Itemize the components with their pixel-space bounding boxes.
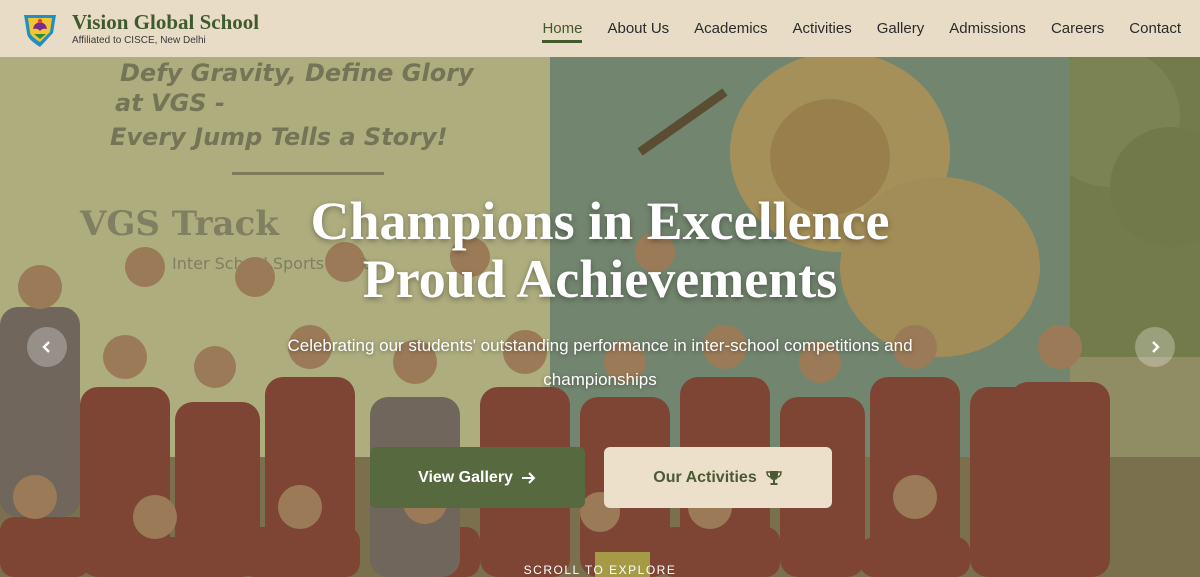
scroll-hint[interactable]: SCROLL TO EXPLORE bbox=[0, 563, 1200, 577]
hero-title-line2: Proud Achievements bbox=[362, 249, 838, 309]
brand[interactable]: Vision Global School Affiliated to CISCE… bbox=[20, 9, 259, 49]
our-activities-button[interactable]: Our Activities bbox=[604, 447, 832, 508]
nav-about-us[interactable]: About Us bbox=[607, 0, 669, 57]
chevron-left-icon bbox=[42, 341, 50, 353]
main-nav: Home About Us Academics Activities Galle… bbox=[517, 0, 1181, 57]
nav-admissions[interactable]: Admissions bbox=[949, 0, 1026, 57]
hero-title-line1: Champions in Excellence bbox=[310, 191, 890, 251]
nav-academics[interactable]: Academics bbox=[694, 0, 767, 57]
trophy-icon bbox=[765, 470, 783, 486]
hero-subtitle: Celebrating our students' outstanding pe… bbox=[287, 336, 913, 389]
hero-slider: Defy Gravity, Define Glory at VGS - Ever… bbox=[0, 57, 1200, 577]
nav-careers[interactable]: Careers bbox=[1051, 0, 1104, 57]
slider-next-button[interactable] bbox=[1135, 327, 1175, 367]
view-gallery-button[interactable]: View Gallery bbox=[370, 447, 585, 508]
site-header: Vision Global School Affiliated to CISCE… bbox=[0, 0, 1200, 57]
nav-gallery[interactable]: Gallery bbox=[877, 0, 925, 57]
nav-home[interactable]: Home bbox=[542, 0, 583, 57]
arrow-right-icon bbox=[521, 471, 537, 485]
view-gallery-label: View Gallery bbox=[418, 468, 513, 486]
chevron-right-icon bbox=[1152, 341, 1160, 353]
school-name: Vision Global School bbox=[72, 9, 260, 34]
nav-contact[interactable]: Contact bbox=[1129, 0, 1181, 57]
school-crest-icon bbox=[24, 14, 56, 47]
our-activities-label: Our Activities bbox=[653, 468, 757, 486]
hero-overlay bbox=[0, 57, 1200, 577]
nav-activities[interactable]: Activities bbox=[793, 0, 852, 57]
school-affiliation: Affiliated to CISCE, New Delhi bbox=[72, 34, 206, 46]
slider-prev-button[interactable] bbox=[27, 327, 67, 367]
